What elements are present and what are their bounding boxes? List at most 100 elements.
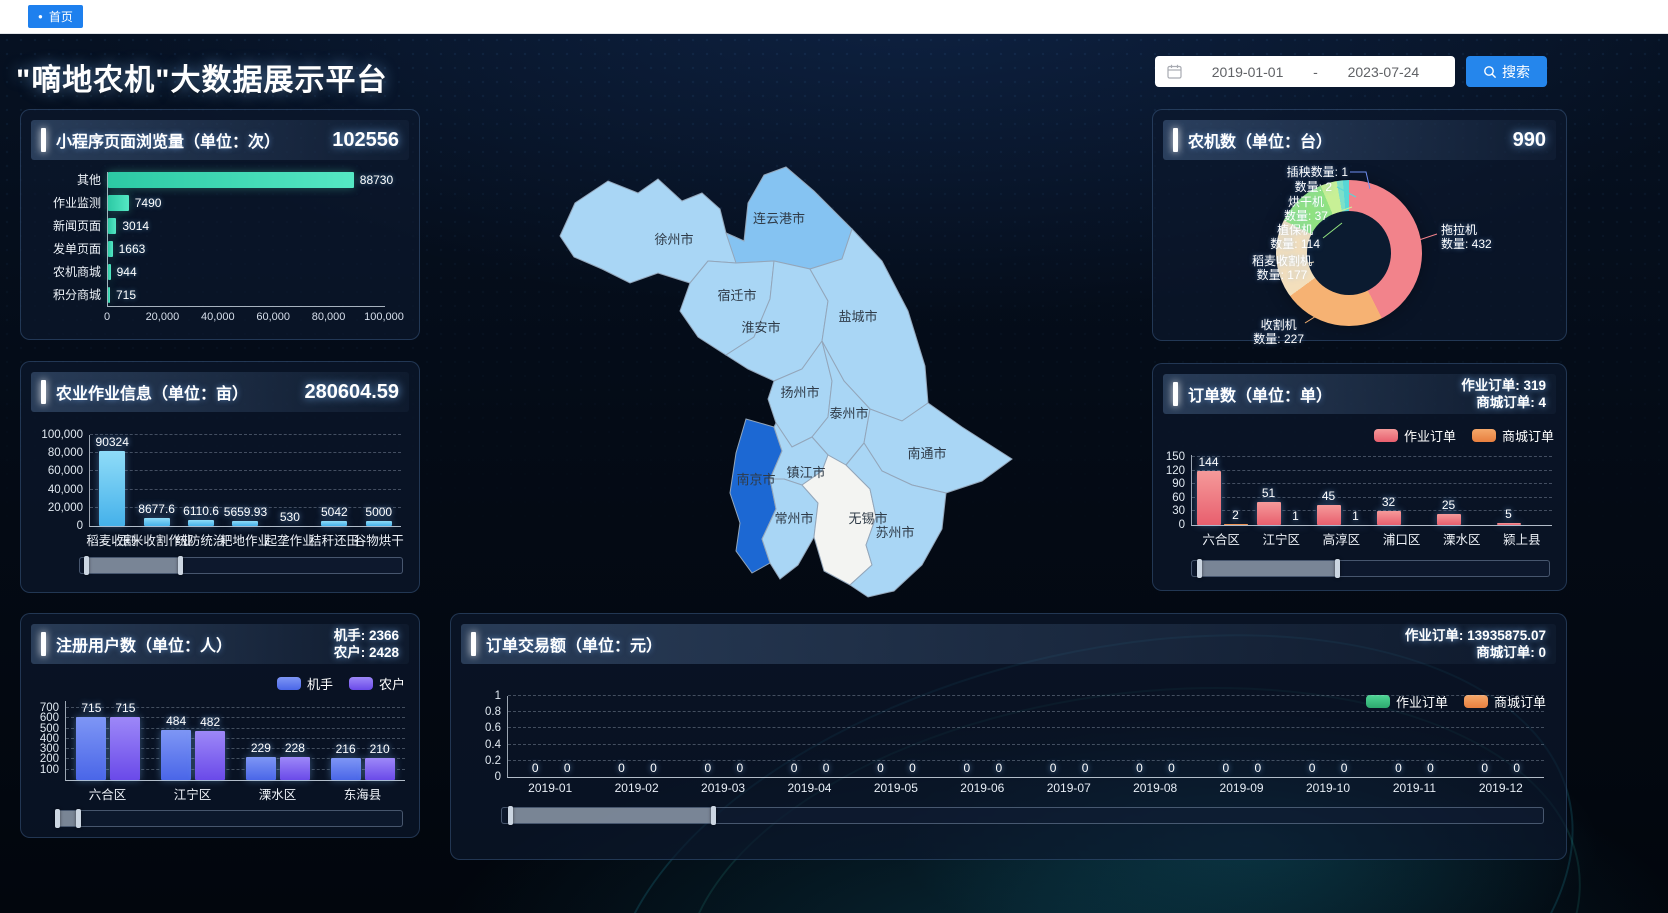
bar-group: 484482 [151, 701, 236, 780]
x-tick-slot: 六合区 [1191, 529, 1251, 547]
bar-wrap: 1 [1344, 455, 1368, 525]
map-label: 盐城市 [838, 309, 877, 324]
plot-area: 715715484482229228216210 [65, 701, 405, 781]
bar-group: 5 [1492, 455, 1552, 525]
x-tick-label: 80,000 [312, 311, 346, 323]
bar-group: 00 [594, 696, 680, 777]
datazoom-window[interactable] [510, 808, 714, 823]
date-end-input[interactable]: 2023-07-24 [1324, 64, 1443, 80]
hbar-category-labels: 其他作业监测新闻页面发单页面农机商城积分商城 [35, 172, 107, 307]
date-start-input[interactable]: 2019-01-01 [1188, 64, 1307, 80]
amount-chart-datazoom-slider[interactable] [501, 807, 1544, 824]
legend-item[interactable]: 农户 [349, 674, 405, 693]
bar-value-label: 51 [1262, 486, 1275, 500]
bar-wrap: 715 [76, 701, 106, 780]
plot-area: 000000000000000000000000 [507, 696, 1544, 778]
x-axis-labels: 稻麦收割玉米收割作业统防统治耙地作业起垄作业秸秆还田谷物烘干 [89, 530, 401, 548]
bar [1224, 524, 1248, 525]
stat-line: 商城订单: 0 [1405, 644, 1546, 661]
panel-farm-work: 农业作业信息（单位：亩） 280604.59 100,00080,00060,0… [20, 361, 420, 593]
datazoom-handle-right[interactable] [1335, 559, 1340, 578]
bar-wrap: 2 [1224, 455, 1248, 525]
x-tick-label: 2019-06 [960, 781, 1004, 795]
page-title: "嘀地农机"大数据展示平台 [16, 55, 387, 99]
datazoom-handle-right[interactable] [76, 809, 81, 828]
datazoom-window[interactable] [86, 558, 181, 573]
bar [365, 758, 395, 780]
donut-label-line: 插秧数量: 1 [1287, 165, 1348, 179]
legend-swatch [1472, 429, 1496, 442]
legend-item[interactable]: 商城订单 [1472, 426, 1554, 445]
home-tab[interactable]: ● 首页 [28, 5, 83, 28]
y-tick-label: 30 [1172, 505, 1185, 517]
bar-group: 00 [1285, 696, 1371, 777]
bar-value-label: 530 [280, 510, 300, 524]
bar [331, 758, 361, 780]
bar-value-label: 0 [1136, 761, 1143, 775]
x-tick-label: 2019-01 [528, 781, 572, 795]
bar-value-label: 5659.93 [224, 505, 267, 519]
x-tick-label: 高淳区 [1323, 529, 1361, 548]
header-accent-bar [41, 632, 46, 656]
date-range-picker[interactable]: 2019-01-01 - 2023-07-24 [1155, 56, 1455, 87]
y-tick-label: 60 [1172, 492, 1185, 504]
work-chart-datazoom-slider[interactable] [79, 557, 403, 574]
bar-wrap: 25 [1437, 455, 1461, 525]
bar [108, 218, 116, 234]
panel-stats: 作业订单: 319 商城订单: 4 [1461, 377, 1546, 411]
bar-group: 00 [1199, 696, 1285, 777]
bar-group: 8677.6 [134, 435, 178, 526]
bar [1257, 502, 1281, 525]
x-tick-label: 秸秆还田 [309, 530, 359, 549]
bar-value-label: 0 [823, 761, 830, 775]
bar [1437, 514, 1461, 525]
tab-active-dot-icon: ● [38, 13, 43, 21]
legend-item[interactable]: 作业订单 [1374, 426, 1456, 445]
bar-value-label: 944 [117, 265, 137, 279]
x-tick-slot: 2019-04 [766, 781, 852, 799]
map-label: 连云港市 [753, 211, 805, 226]
donut-label-line: 拖拉机 [1441, 223, 1492, 237]
datazoom-handle-right[interactable] [178, 556, 183, 575]
bar-value-label: 0 [736, 761, 743, 775]
y-tick-label: 20,000 [48, 502, 83, 514]
stat-line: 农户: 2428 [334, 644, 399, 661]
y-tick-label: 0.8 [485, 706, 501, 718]
x-tick-label: 60,000 [256, 311, 290, 323]
bar-wrap [1404, 455, 1428, 525]
datazoom-handle-right[interactable] [711, 806, 716, 825]
x-tick-slot: 起垄作业 [267, 530, 312, 548]
category-label: 发单页面 [35, 241, 107, 257]
bar-value-label: 88730 [360, 173, 393, 187]
bar-value-label: 0 [1309, 761, 1316, 775]
x-tick-slot: 2019-11 [1371, 781, 1457, 799]
legend-item[interactable]: 机手 [277, 674, 333, 693]
bar-value-label: 25 [1442, 498, 1455, 512]
x-tick-label: 0 [104, 311, 110, 323]
donut-label-line: 收割机 [1253, 318, 1304, 332]
bar-group: 00 [1112, 696, 1198, 777]
datazoom-handle-left[interactable] [84, 556, 89, 575]
map-label: 苏州市 [875, 525, 914, 540]
search-button[interactable]: 搜索 [1466, 56, 1547, 87]
bar [246, 757, 276, 780]
bar-value-label: 482 [200, 715, 220, 729]
legend-label: 商城订单 [1502, 426, 1554, 445]
orders-chart-datazoom-slider[interactable] [1191, 560, 1550, 577]
datazoom-window[interactable] [1199, 561, 1338, 576]
bar [144, 518, 170, 526]
panel-stats: 机手: 2366 农户: 2428 [334, 627, 399, 661]
bar-wrap: 0 [1217, 696, 1235, 777]
users-chart-datazoom-slider[interactable] [56, 810, 403, 827]
map-label: 无锡市 [848, 511, 887, 526]
x-tick-label: 江宁区 [174, 784, 212, 803]
datazoom-handle-left[interactable] [508, 806, 513, 825]
panel-total-value: 102556 [332, 129, 399, 152]
bar [108, 195, 129, 211]
hbar-plot-area: 88730749030141663944715 [107, 172, 385, 307]
datazoom-handle-left[interactable] [1197, 559, 1202, 578]
datazoom-handle-left[interactable] [55, 809, 60, 828]
x-tick-slot: 2019-06 [939, 781, 1025, 799]
bar-value-label: 0 [564, 761, 571, 775]
bar-wrap: 0 [1476, 696, 1494, 777]
